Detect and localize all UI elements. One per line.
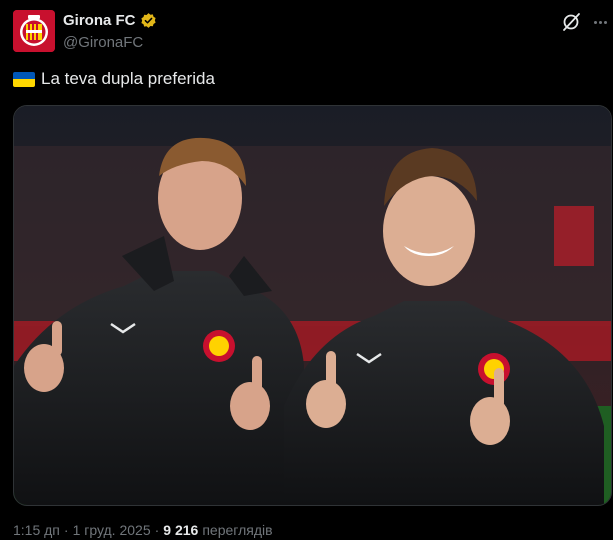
more-options-button[interactable] [590, 11, 610, 33]
more-icon [593, 20, 597, 24]
post-image[interactable] [13, 105, 612, 506]
author-display-name[interactable]: Girona FC [63, 12, 136, 29]
grok-button[interactable] [560, 11, 582, 33]
ukraine-flag-icon [13, 71, 35, 87]
gold-verified-icon [140, 13, 156, 28]
post-text: La teva dupla preferida [13, 69, 215, 89]
post-time[interactable]: 1:15 дп [13, 522, 60, 538]
post-text-content: La teva dupla preferida [41, 69, 215, 88]
views-label: переглядів [202, 522, 273, 538]
meta-separator: · [63, 522, 69, 538]
author-name-row: Girona FC [63, 12, 157, 29]
post-meta: 1:15 дп · 1 груд. 2025 · 9 216 перегляді… [13, 522, 273, 538]
players-photo [14, 106, 611, 505]
author-avatar[interactable] [13, 10, 55, 52]
views-count: 9 216 [163, 522, 199, 538]
post-date[interactable]: 1 груд. 2025 [73, 522, 151, 538]
meta-separator: · [154, 522, 160, 538]
author-handle[interactable]: @GironaFC [63, 34, 143, 51]
girona-logo-icon [13, 10, 55, 52]
grok-icon [563, 13, 580, 31]
